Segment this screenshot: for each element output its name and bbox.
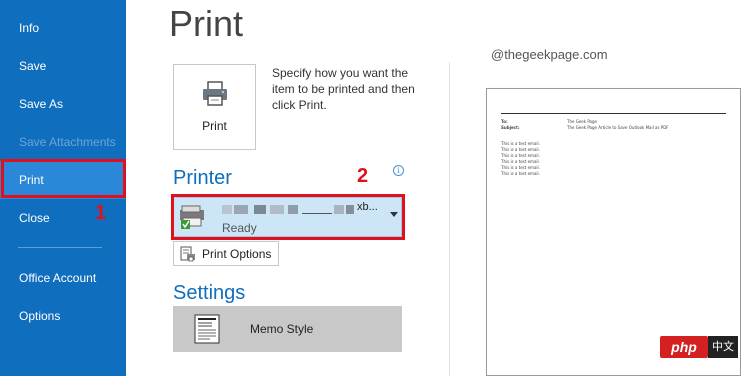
info-icon[interactable]: i [393,165,404,176]
php-logo: php [660,336,708,358]
printer-heading: Printer [173,167,232,189]
annotation-step-1: 1 [95,202,107,224]
preview-body-line: This is a test email. [501,165,540,170]
sidebar-divider [18,247,102,248]
annotation-box-print [1,159,126,198]
sidebar-item-save-attachments: Save Attachments [19,135,116,149]
preview-subject-label: Subject: [501,125,520,130]
print-options-button[interactable]: Print Options [173,241,279,266]
preview-body-line: This is a test email. [501,159,540,164]
memo-style-option[interactable]: Memo Style [173,306,402,352]
annotation-step-2: 2 [357,165,369,187]
preview-to-value: The Geek Page [567,119,598,124]
print-description: Specify how you want the item to be prin… [272,66,415,112]
php-site-label: 中文网 [708,336,738,375]
print-preview: To: The Geek Page Subject: The Geek Page… [486,88,741,376]
preview-subject-value: The Geek Page Article to Save Outlook Ma… [567,125,669,130]
annotation-box-printer [171,194,405,240]
sidebar-item-office-account[interactable]: Office Account [0,259,126,297]
memo-style-label: Memo Style [250,322,314,336]
sidebar-item-save[interactable]: Save [0,47,126,85]
printer-icon [203,81,227,106]
sidebar-item-save-as[interactable]: Save As [0,85,126,123]
preview-body-line: This is a test email. [501,153,540,158]
outlook-backstage-print: Info Save Save As Save Attachments Print… [0,0,741,376]
preview-divider [449,62,450,376]
sidebar-item-options[interactable]: Options [0,297,126,335]
preview-body-line: This is a test email. [501,171,540,176]
preview-header-rule [501,113,726,114]
sidebar-item-info[interactable]: Info [0,9,126,47]
print-options-icon [180,246,195,262]
preview-to-label: To: [501,119,508,124]
print-button-label: Print [202,119,227,133]
page-title: Print [169,3,244,44]
sidebar-item-close[interactable]: Close [0,199,126,237]
print-button[interactable]: Print [173,64,256,150]
memo-style-icon [194,314,220,344]
preview-body-line: This is a test email. [501,147,540,152]
watermark: @thegeekpage.com [491,47,608,62]
preview-body-line: This is a test email. [501,141,540,146]
settings-heading: Settings [173,282,246,304]
print-options-label: Print Options [202,247,272,261]
